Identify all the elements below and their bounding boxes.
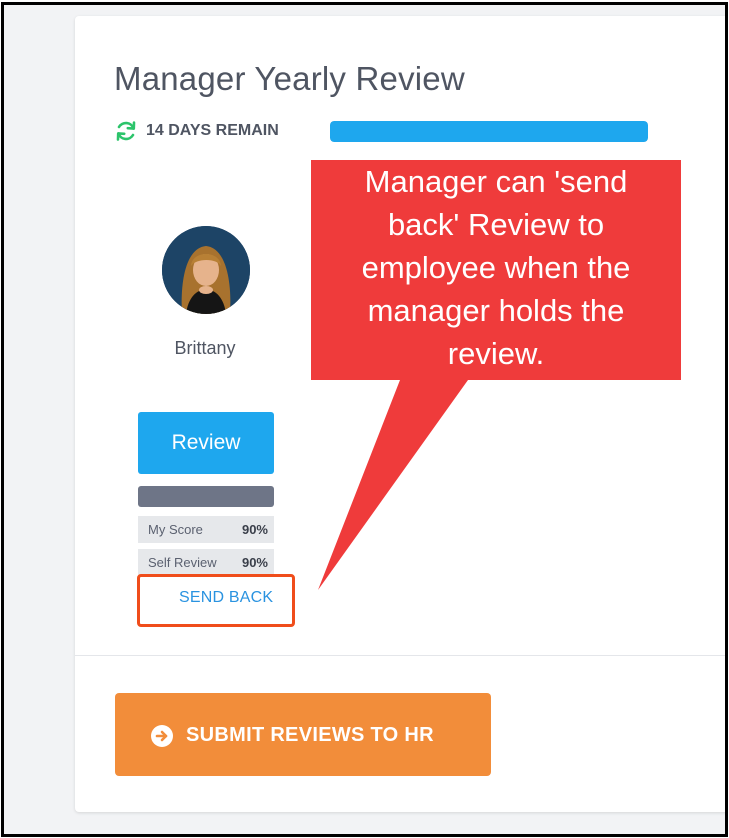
self-review-row: Self Review 90%: [138, 549, 274, 576]
my-score-value: 90%: [241, 522, 268, 537]
callout-line: employee when the: [361, 250, 631, 285]
callout-text: Manager can 'send back' Review to employ…: [311, 160, 681, 375]
review-progress-bar: [330, 121, 648, 142]
employee-avatar[interactable]: [162, 226, 250, 314]
callout-line: Manager can 'send: [364, 164, 628, 199]
self-review-value: 90%: [241, 555, 268, 570]
arrow-right-circle-icon: [151, 725, 173, 747]
submit-reviews-button[interactable]: SUBMIT REVIEWS TO HR: [115, 693, 491, 776]
days-remaining-label: 14 DAYS REMAIN: [146, 122, 279, 139]
callout-line: review.: [447, 336, 545, 371]
self-review-label: Self Review: [148, 555, 217, 570]
card-divider: [75, 655, 725, 656]
submit-reviews-label: SUBMIT REVIEWS TO HR: [186, 724, 434, 746]
refresh-icon: [116, 121, 136, 141]
my-score-label: My Score: [148, 522, 203, 537]
screenshot-frame: Manager Yearly Review 14 DAYS REMAIN Bri…: [1, 2, 728, 837]
employee-name: Brittany: [174, 338, 236, 358]
review-status-bar: [138, 486, 274, 507]
callout-line: manager holds the: [367, 293, 625, 328]
page-title: Manager Yearly Review: [114, 60, 465, 97]
my-score-row: My Score 90%: [138, 516, 274, 543]
avatar-photo-icon: [162, 226, 250, 314]
send-back-link[interactable]: SEND BACK: [179, 589, 273, 607]
callout-line: back' Review to: [387, 207, 605, 242]
review-card: Manager Yearly Review 14 DAYS REMAIN Bri…: [75, 16, 725, 812]
review-progress-fill: [330, 121, 648, 142]
review-button[interactable]: Review: [138, 412, 274, 474]
